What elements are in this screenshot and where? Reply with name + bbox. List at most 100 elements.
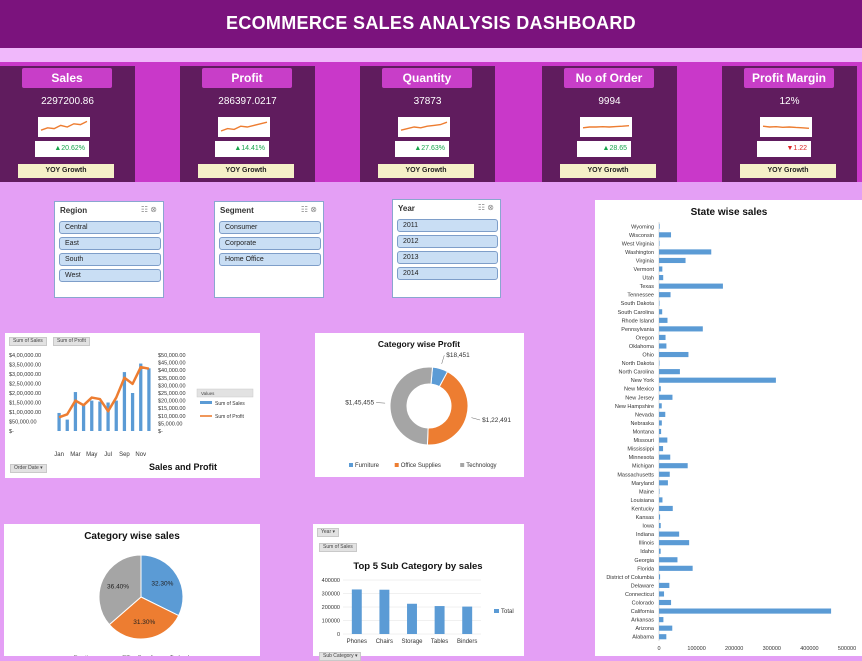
y-tick-right: $- [158,429,163,435]
kpi-value: 9994 [598,96,621,107]
slicer-item[interactable]: South [59,253,161,266]
kpi-value: 37873 [413,96,442,107]
state-bar [659,326,703,332]
multi-select-icon[interactable]: ☷ [478,203,485,212]
state-bar [659,522,661,529]
slicer-item[interactable]: 2014 [397,267,498,280]
slicer-item[interactable]: West [59,269,161,282]
x-tick: Chairs [376,639,393,645]
multi-select-icon[interactable]: ☷ [301,205,308,214]
slicer-item[interactable]: Corporate [219,237,321,250]
sparkline-path [762,125,810,129]
slicer-item[interactable]: 2012 [397,235,498,248]
x-tick: 100000 [687,646,705,652]
state-bar [659,591,665,597]
y-tick-right: $10,000.00 [158,414,186,420]
y-tick: Georgia [634,558,655,564]
multi-select-icon[interactable]: ☷ [141,205,148,214]
y-tick: New Jersey [625,395,654,401]
category-profit-panel: Category wise Profit $18,451 $1,22,491 $1,4… [315,333,524,477]
y-tick: New Mexico [624,387,654,393]
data-label: 31.30% [133,619,155,626]
y-tick: Missouri [634,438,654,444]
profit-line [58,365,150,419]
kpi-value: 12% [779,96,800,107]
sales-profit-chart: $4,00,000.00 $3,50,000.00 $3,00,000.00 $2,5… [9,353,254,472]
y-tick: South Carolina [618,310,655,316]
y-tick: Mississippi [627,447,654,453]
y-tick-right: $40,000.00 [158,368,186,374]
y-tick: North Carolina [619,370,655,376]
state-bar [659,454,671,460]
kpi-title: Profit Margin [744,68,834,88]
state-bar [659,565,693,571]
kpi-sparkline [760,117,812,137]
y-tick: Kansas [636,515,655,521]
y-tick: Oklahoma [629,344,655,350]
state-bar [659,386,661,392]
category-sales-panel: Category wise sales32.30%31.30%36.40%Fur… [4,524,260,656]
slicer-item[interactable]: 2011 [397,219,498,232]
sales-profit-panel: Sum of Sales Sum of Profit Order Date ▾ … [5,333,260,478]
x-tick: Storage [401,639,423,645]
y-tick: Florida [637,566,655,572]
kpi-value: 286397.0217 [218,96,277,107]
state-sales-panel: State wise sales Wyoming Wisconsin West Vir… [595,200,862,656]
state-bar [659,531,680,537]
legend-swatch [349,463,353,467]
y-tick: South Dakota [621,301,655,307]
state-bar [659,343,667,349]
y-tick-right: $30,000.00 [158,383,186,389]
slicer-item[interactable]: Central [59,221,161,234]
state-bar [659,471,670,477]
x-tick: Binders [457,639,477,645]
slicer-header: Region [60,206,88,215]
state-bar [659,488,660,494]
x-tick: 300000 [763,646,781,652]
y-tick: 200000 [322,605,340,611]
slicer-year: Year ☷ ⊗ 2011 2012 2013 2014 [392,199,501,298]
sales-bar [139,363,143,431]
chart-title: Category wise Profit [378,339,460,349]
y-tick: 0 [337,632,340,638]
kpi-card-sales: Sales 2297200.86 ▲20.62% YOY Growth [0,66,135,182]
y-tick: Washington [625,250,654,256]
kpi-card-profit-margin: Profit Margin 12% ▼1.22 YOY Growth [722,66,857,182]
y-tick: Wisconsin [629,233,654,239]
state-bar [659,505,673,512]
y-tick: North Dakota [622,361,655,367]
data-label: $1,22,491 [482,417,511,424]
slicer-item[interactable]: East [59,237,161,250]
kpi-sparkline [218,117,270,137]
y-tick-right: $35,000.00 [158,376,186,382]
clear-filter-icon[interactable]: ⊗ [487,203,494,212]
slicer-item[interactable]: 2013 [397,251,498,264]
state-bar [659,300,660,306]
sales-bar [130,393,135,431]
state-bar [659,599,672,606]
y-tick: Pennsylvania [621,327,655,333]
x-tick: Tables [431,639,448,645]
clear-filter-icon[interactable]: ⊗ [150,205,157,214]
slicer-item[interactable]: Consumer [219,221,321,234]
state-bar [659,232,672,238]
state-bar [659,360,660,366]
legend-label: Furniture [355,463,380,469]
clear-filter-icon[interactable]: ⊗ [310,205,317,214]
y-tick: Arkansas [631,618,654,624]
x-tick: 0 [657,646,660,652]
slicer-header: Segment [220,206,254,215]
y-tick: Montana [633,430,655,436]
y-tick: California [631,609,655,615]
y-tick: Virginia [636,258,655,264]
leader-line [441,355,445,364]
slicer-item[interactable]: Home Office [219,253,321,266]
y-tick: Idaho [640,549,654,555]
kpi-growth: ▼1.22 [757,141,811,157]
state-bar [659,369,680,375]
sparkline-path [220,121,268,132]
state-bar [659,480,668,486]
sales-bar [114,400,118,431]
chart-title: State wise sales [691,207,768,218]
subcategory-bar [434,606,445,634]
